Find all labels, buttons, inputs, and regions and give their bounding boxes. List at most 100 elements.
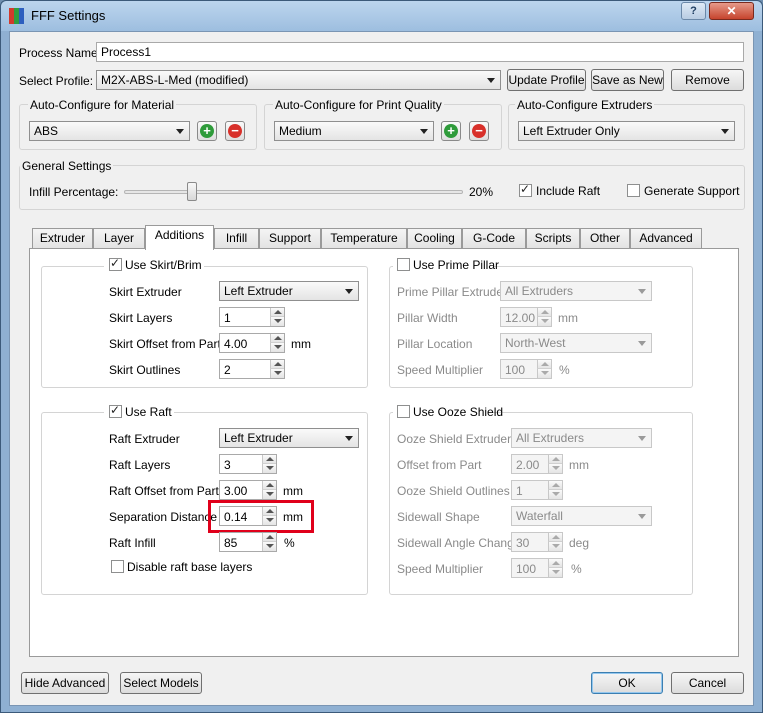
chevron-down-icon [345, 436, 353, 441]
spin-up-icon[interactable] [548, 481, 562, 490]
pillar-location-select[interactable]: North-West [500, 333, 652, 353]
material-select[interactable]: ABS [29, 121, 190, 141]
infill-percentage-value: 20% [469, 185, 494, 199]
chevron-down-icon [487, 78, 495, 83]
tab-cooling[interactable]: Cooling [407, 228, 462, 249]
spin-down-icon[interactable] [262, 490, 276, 499]
spin-up-icon[interactable] [537, 308, 551, 317]
close-button[interactable]: ✕ [709, 2, 754, 20]
general-settings-title: General Settings [20, 159, 114, 173]
skirt-offset-spinbox[interactable]: 4.00 [219, 333, 285, 353]
spin-down-icon[interactable] [270, 343, 284, 352]
chevron-down-icon [638, 514, 646, 519]
ooze-speed-unit: % [571, 562, 582, 576]
raft-extruder-select[interactable]: Left Extruder [219, 428, 359, 448]
raft-layers-label: Raft Layers [109, 458, 171, 472]
ooze-offset-unit: mm [569, 458, 589, 472]
spin-up-icon[interactable] [548, 559, 562, 568]
infill-slider-handle[interactable] [187, 182, 197, 201]
tab-gcode[interactable]: G-Code [462, 228, 526, 249]
quality-select[interactable]: Medium [274, 121, 434, 141]
tab-infill[interactable]: Infill [214, 228, 259, 249]
help-button[interactable]: ? [681, 2, 706, 20]
ok-button[interactable]: OK [591, 672, 663, 694]
raft-offset-spinbox[interactable]: 3.00 [219, 480, 277, 500]
tab-scripts[interactable]: Scripts [526, 228, 580, 249]
prime-pillar-extruder-select[interactable]: All Extruders [500, 281, 652, 301]
skirt-layers-spinbox[interactable]: 1 [219, 307, 285, 327]
spin-up-icon[interactable] [270, 360, 284, 369]
extruders-select-value: Left Extruder Only [523, 124, 620, 138]
additions-tab-panel [29, 248, 739, 657]
ooze-extruder-value: All Extruders [516, 431, 585, 445]
skirt-extruder-select[interactable]: Left Extruder [219, 281, 359, 301]
remove-button[interactable]: Remove [671, 69, 744, 91]
ooze-speed-value: 100 [516, 562, 537, 576]
add-quality-button[interactable]: + [441, 121, 461, 141]
spin-down-icon[interactable] [537, 369, 551, 378]
minus-icon: − [472, 124, 486, 138]
disable-raft-base-label: Disable raft base layers [127, 560, 253, 574]
pillar-speed-spinbox[interactable]: 100 [500, 359, 552, 379]
spin-down-icon[interactable] [548, 568, 562, 577]
spin-up-icon[interactable] [262, 481, 276, 490]
spin-down-icon[interactable] [548, 464, 562, 473]
tab-extruder[interactable]: Extruder [32, 228, 93, 249]
chevron-down-icon [176, 129, 184, 134]
update-profile-button[interactable]: Update Profile [507, 69, 586, 91]
hide-advanced-button[interactable]: Hide Advanced [21, 672, 109, 694]
use-prime-pillar-checkbox[interactable] [397, 258, 410, 271]
sidewall-angle-spinbox[interactable]: 30 [511, 532, 563, 552]
spin-down-icon[interactable] [270, 317, 284, 326]
spin-up-icon[interactable] [548, 533, 562, 542]
select-profile-label: Select Profile: [19, 74, 94, 88]
disable-raft-base-checkbox[interactable] [111, 560, 124, 573]
pillar-width-spinbox[interactable]: 12.00 [500, 307, 552, 327]
ooze-offset-value: 2.00 [516, 458, 540, 472]
raft-infill-spinbox[interactable]: 85 [219, 532, 277, 552]
spin-down-icon[interactable] [537, 317, 551, 326]
tab-additions[interactable]: Additions [145, 225, 214, 250]
spin-up-icon[interactable] [270, 334, 284, 343]
use-ooze-shield-checkbox[interactable] [397, 405, 410, 418]
save-as-new-button[interactable]: Save as New [591, 69, 664, 91]
remove-material-button[interactable]: − [225, 121, 245, 141]
spin-down-icon[interactable] [548, 542, 562, 551]
tab-other[interactable]: Other [580, 228, 630, 249]
raft-layers-spinbox[interactable]: 3 [219, 454, 277, 474]
tab-support[interactable]: Support [259, 228, 321, 249]
sidewall-shape-select[interactable]: Waterfall [511, 506, 652, 526]
tab-advanced[interactable]: Advanced [630, 228, 702, 249]
skirt-outlines-spinbox[interactable]: 2 [219, 359, 285, 379]
spin-up-icon[interactable] [548, 455, 562, 464]
use-skirt-checkbox[interactable] [109, 256, 122, 271]
generate-support-checkbox[interactable] [627, 184, 640, 197]
select-models-button[interactable]: Select Models [120, 672, 202, 694]
use-raft-checkbox[interactable] [109, 403, 122, 418]
infill-slider-track[interactable] [124, 190, 463, 194]
spin-down-icon[interactable] [548, 490, 562, 499]
tab-layer[interactable]: Layer [93, 228, 145, 249]
cancel-button[interactable]: Cancel [671, 672, 744, 694]
spin-down-icon[interactable] [270, 369, 284, 378]
add-material-button[interactable]: + [197, 121, 217, 141]
spin-up-icon[interactable] [537, 360, 551, 369]
skirt-extruder-label: Skirt Extruder [109, 285, 182, 299]
ooze-outlines-spinbox[interactable]: 1 [511, 480, 563, 500]
spin-up-icon[interactable] [262, 455, 276, 464]
spin-down-icon[interactable] [262, 542, 276, 551]
tab-temperature[interactable]: Temperature [321, 228, 407, 249]
remove-quality-button[interactable]: − [469, 121, 489, 141]
spin-down-icon[interactable] [262, 464, 276, 473]
spin-up-icon[interactable] [270, 308, 284, 317]
include-raft-checkbox[interactable] [519, 182, 532, 197]
ooze-extruder-select[interactable]: All Extruders [511, 428, 652, 448]
ooze-speed-spinbox[interactable]: 100 [511, 558, 563, 578]
use-ooze-shield-label: Use Ooze Shield [413, 405, 504, 419]
ooze-offset-spinbox[interactable]: 2.00 [511, 454, 563, 474]
extruders-select[interactable]: Left Extruder Only [518, 121, 735, 141]
spin-up-icon[interactable] [262, 533, 276, 542]
process-name-input[interactable]: Process1 [96, 42, 744, 62]
profile-select[interactable]: M2X-ABS-L-Med (modified) [96, 70, 501, 90]
plus-icon: + [200, 124, 214, 138]
